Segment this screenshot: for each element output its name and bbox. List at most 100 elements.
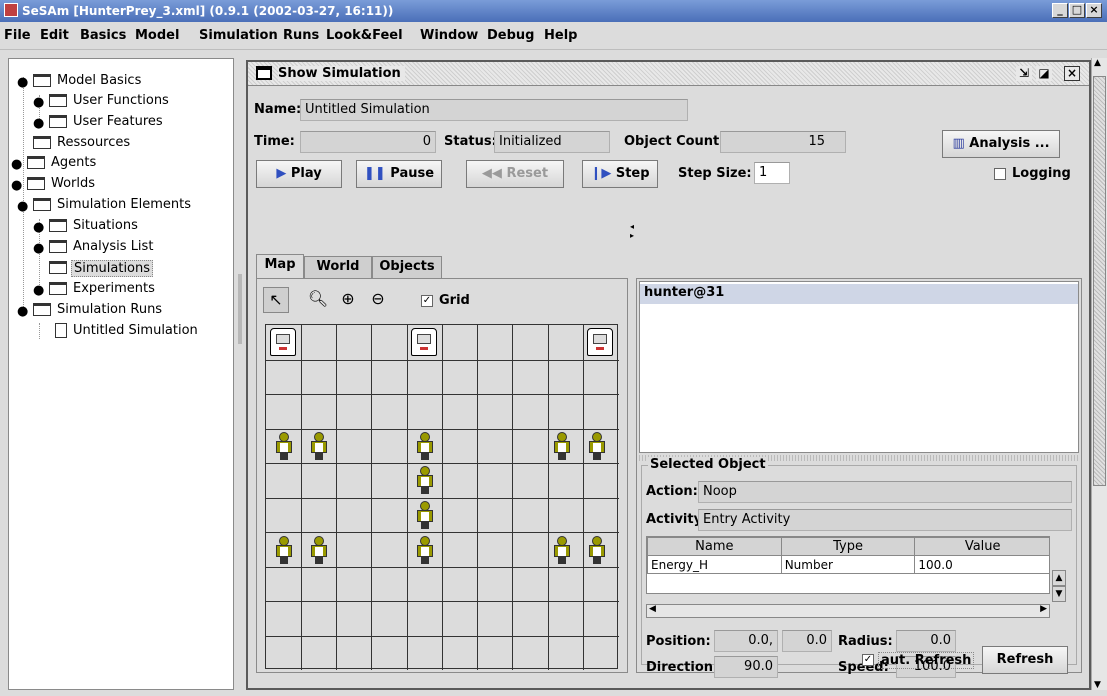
tree-node-untitled-simulation[interactable]: Untitled Simulation [45, 321, 229, 341]
prey-agent-icon[interactable] [276, 536, 292, 564]
scroll-up-icon[interactable]: ▲ [1094, 58, 1101, 68]
menu-model[interactable]: Model [135, 28, 179, 43]
menu-basics[interactable]: Basics [80, 28, 126, 43]
prey-agent-icon[interactable] [417, 432, 433, 460]
prey-agent-icon[interactable] [554, 432, 570, 460]
tree-node-analysis-list[interactable]: ● Analysis List [29, 237, 219, 257]
collapsed-handle-icon[interactable]: ● [11, 157, 22, 172]
hunter-agent-icon[interactable] [587, 328, 613, 356]
time-value: 0 [300, 131, 436, 153]
tree-node-user-features[interactable]: ● User Features [29, 112, 219, 132]
refresh-button[interactable]: Refresh [982, 646, 1068, 674]
aut-refresh-checkbox[interactable]: ✓ [862, 654, 874, 666]
zoom-icon[interactable]: 🔍︎ [305, 287, 331, 313]
zoom-out-icon[interactable]: ⊖ [365, 287, 391, 313]
map-grid[interactable] [265, 324, 619, 670]
zoom-in-icon[interactable]: ⊕ [335, 287, 361, 313]
list-item[interactable]: hunter@31 [640, 284, 1078, 304]
menu-look-and-feel[interactable]: Look&Feel [326, 28, 403, 43]
menu-debug[interactable]: Debug [487, 28, 534, 43]
scroll-down-icon[interactable]: ▼ [1052, 586, 1066, 602]
tree-node-user-functions[interactable]: ● User Functions [29, 91, 219, 111]
prey-agent-icon[interactable] [311, 536, 327, 564]
split-arrows-icon[interactable]: ◂ ▸ [628, 222, 636, 262]
collapsed-handle-icon[interactable]: ● [33, 220, 44, 235]
object-count-value: 15 [720, 131, 846, 153]
expanded-handle-icon[interactable]: ● [17, 304, 28, 319]
prey-agent-icon[interactable] [554, 536, 570, 564]
frame-title-bar[interactable]: Show Simulation ⇲ ◪ × [248, 62, 1089, 86]
time-label: Time: [254, 134, 295, 149]
menu-file[interactable]: File [4, 28, 31, 43]
tree-node-ressources[interactable]: Ressources [13, 133, 223, 153]
tree-node-worlds[interactable]: ● Worlds [11, 174, 223, 194]
prey-agent-icon[interactable] [311, 432, 327, 460]
column-header-type[interactable]: Type [780, 537, 916, 556]
reset-button[interactable]: ◀◀ Reset [466, 160, 564, 188]
folder-icon [49, 240, 67, 253]
collapsed-handle-icon[interactable]: ● [33, 241, 44, 256]
logging-checkbox[interactable] [994, 168, 1006, 180]
frame-title: Show Simulation [278, 66, 405, 81]
expanded-handle-icon[interactable]: ● [17, 199, 28, 214]
menu-simulation[interactable]: Simulation [199, 28, 278, 43]
main-vertical-scrollbar[interactable]: ▲ ▼ [1091, 58, 1107, 690]
folder-icon [33, 303, 51, 316]
close-frame-icon[interactable]: × [1064, 66, 1080, 81]
prey-agent-icon[interactable] [589, 432, 605, 460]
tree-node-experiments[interactable]: ● Experiments [29, 279, 219, 299]
analysis-button[interactable]: ▥ Analysis ... [942, 130, 1060, 158]
tree-node-simulations[interactable]: Simulations [29, 258, 219, 278]
horizontal-scrollbar[interactable]: ◀ ▶ [646, 604, 1050, 618]
column-header-value[interactable]: Value [914, 537, 1049, 556]
menu-window[interactable]: Window [420, 28, 478, 43]
maximize-icon[interactable]: ◪ [1036, 66, 1052, 81]
prey-agent-icon[interactable] [276, 432, 292, 460]
folder-icon [49, 115, 67, 128]
grid-checkbox[interactable]: ✓ [421, 295, 433, 307]
collapsed-handle-icon[interactable]: ● [33, 283, 44, 298]
direction-value: 90.0 [714, 656, 778, 678]
scroll-left-icon[interactable]: ◀ [649, 604, 656, 614]
tab-world[interactable]: World [304, 256, 372, 278]
tree-node-simulation-elements[interactable]: ● Simulation Elements [13, 195, 231, 215]
close-button[interactable]: × [1086, 3, 1102, 18]
prey-agent-icon[interactable] [417, 466, 433, 494]
scrollbar-thumb[interactable] [1093, 76, 1106, 486]
table-row[interactable]: Energy_H Number 100.0 [647, 555, 1049, 574]
iconify-icon[interactable]: ⇲ [1016, 66, 1032, 81]
tree-node-situations[interactable]: ● Situations [29, 216, 219, 236]
prey-agent-icon[interactable] [589, 536, 605, 564]
collapsed-handle-icon[interactable]: ● [11, 178, 22, 193]
prey-agent-icon[interactable] [417, 536, 433, 564]
scroll-down-icon[interactable]: ▼ [1094, 680, 1101, 690]
play-button[interactable]: ▶ Play [256, 160, 342, 188]
menu-runs[interactable]: Runs [283, 28, 319, 43]
split-pane-divider[interactable] [236, 54, 244, 690]
tree-node-model-basics[interactable]: ● Model Basics [13, 71, 223, 91]
pause-button[interactable]: ❚❚ Pause [356, 160, 442, 188]
expanded-handle-icon[interactable]: ● [17, 75, 28, 90]
collapsed-handle-icon[interactable]: ● [33, 95, 44, 110]
collapsed-handle-icon[interactable]: ● [33, 116, 44, 131]
tab-map[interactable]: Map [256, 254, 304, 278]
step-button[interactable]: ❙▶ Step [582, 160, 658, 188]
tree-node-agents[interactable]: ● Agents [11, 153, 223, 173]
menu-help[interactable]: Help [544, 28, 577, 43]
tree-node-simulation-runs[interactable]: ● Simulation Runs [13, 300, 223, 320]
tab-objects[interactable]: Objects [372, 256, 442, 278]
folder-icon [49, 282, 67, 295]
hunter-agent-icon[interactable] [411, 328, 437, 356]
step-size-input[interactable]: 1 [754, 162, 790, 184]
hunter-agent-icon[interactable] [270, 328, 296, 356]
minimize-button[interactable]: _ [1052, 3, 1068, 18]
maximize-button[interactable]: □ [1069, 3, 1085, 18]
scroll-right-icon[interactable]: ▶ [1040, 604, 1047, 614]
menu-edit[interactable]: Edit [40, 28, 69, 43]
column-header-name[interactable]: Name [647, 537, 782, 556]
scroll-up-icon[interactable]: ▲ [1052, 570, 1066, 586]
object-list[interactable]: hunter@31 [639, 281, 1079, 453]
pointer-icon[interactable]: ↖ [263, 287, 289, 313]
prey-agent-icon[interactable] [417, 501, 433, 529]
name-field[interactable]: Untitled Simulation [300, 99, 688, 121]
